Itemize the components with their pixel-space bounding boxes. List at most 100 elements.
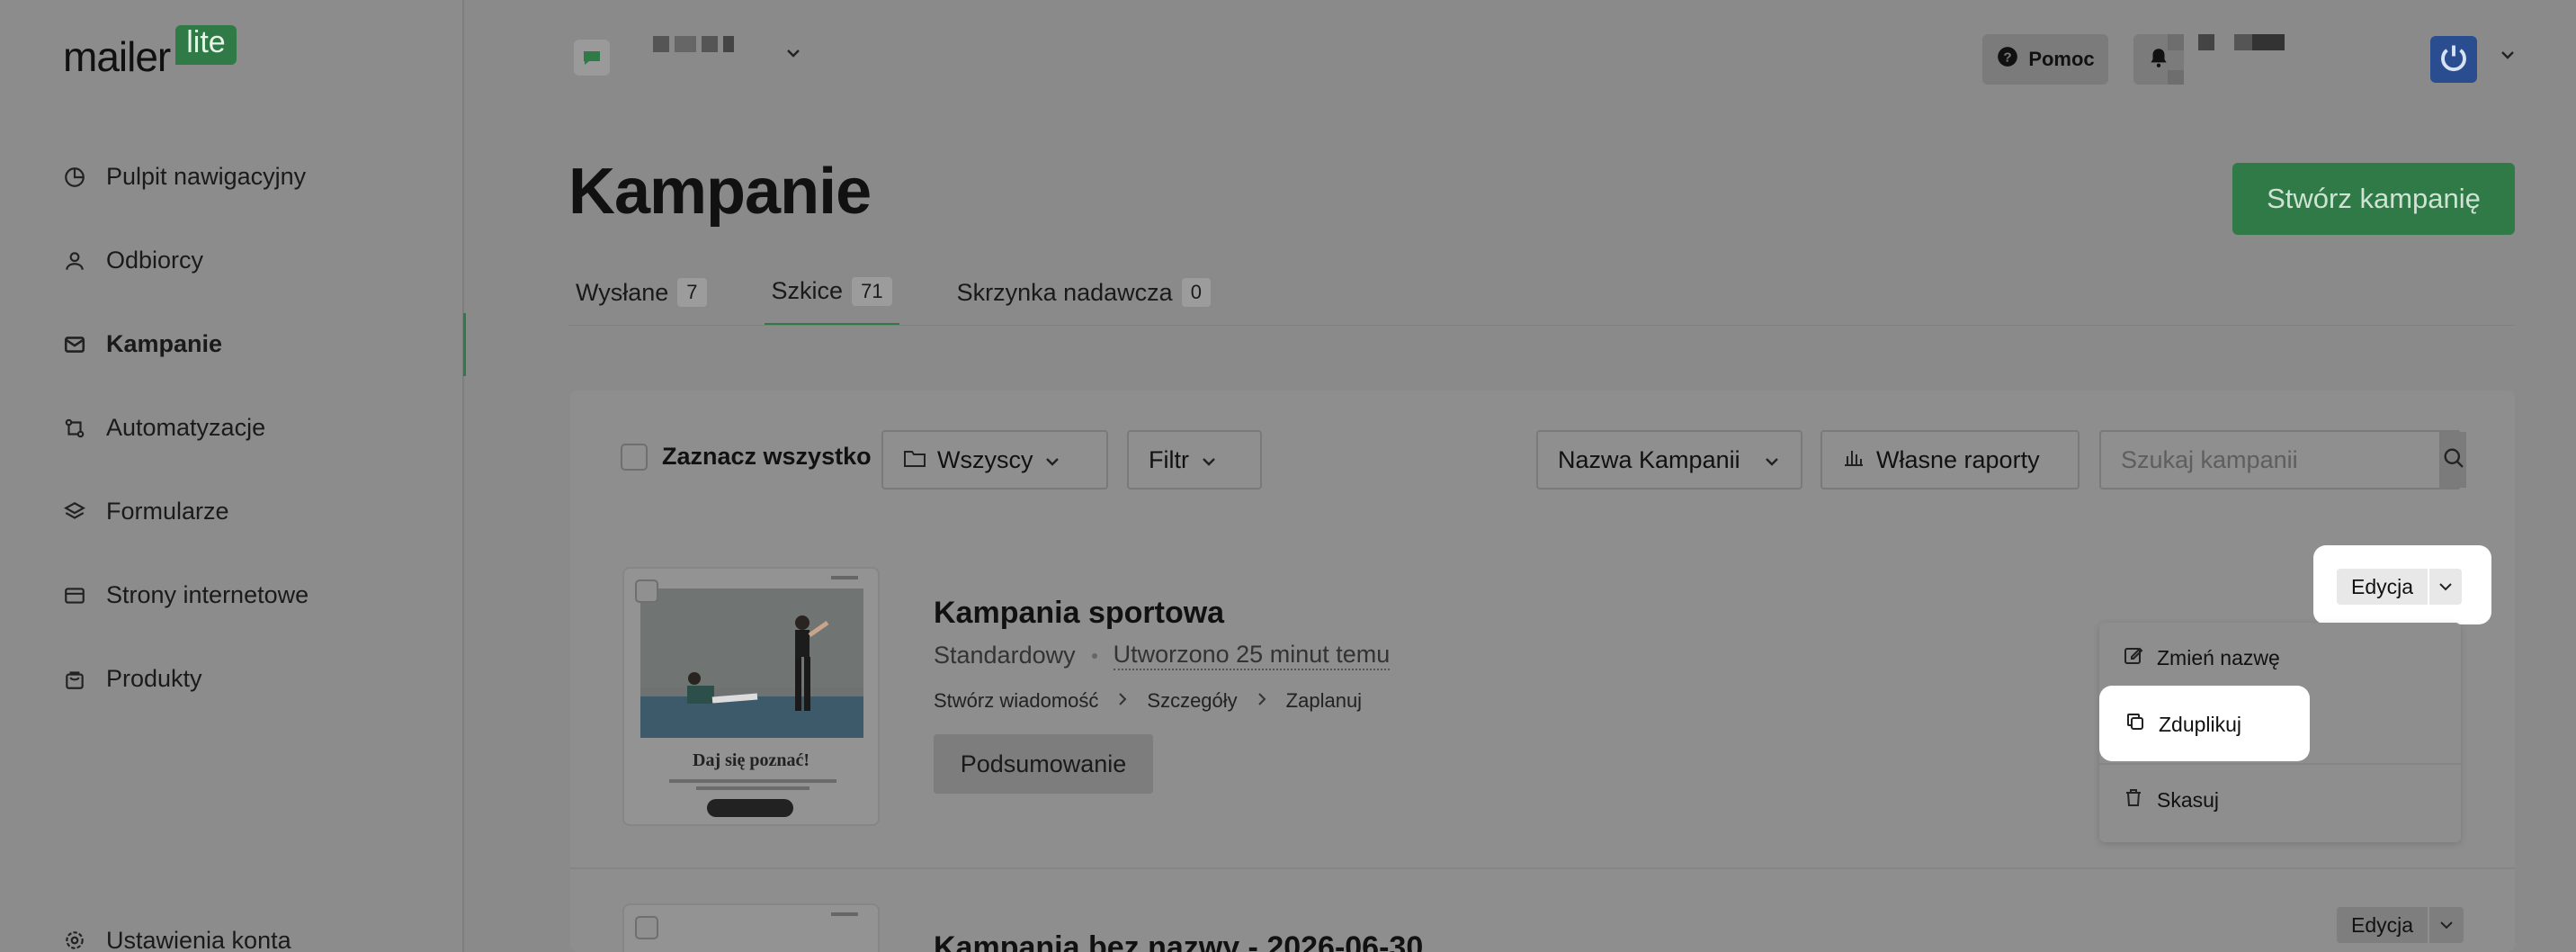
logo-badge: lite bbox=[175, 25, 237, 65]
thumbnail-text-line bbox=[669, 779, 836, 783]
tab-count-badge: 71 bbox=[852, 276, 892, 306]
campaign-name[interactable]: Kampania bez nazwy - 2026-06-30 bbox=[934, 930, 1423, 952]
sidebar-item-campaigns[interactable]: Kampanie bbox=[0, 302, 466, 386]
tab-label: Skrzynka nadawcza bbox=[956, 278, 1173, 306]
page-title: Kampanie bbox=[568, 156, 872, 228]
create-campaign-button[interactable]: Stwórz kampanię bbox=[2232, 163, 2515, 235]
edit-menu-toggle[interactable] bbox=[2428, 907, 2464, 943]
menu-item-rename[interactable]: Zmień nazwę bbox=[2123, 644, 2280, 671]
campaign-created: Utworzono 25 minut temu bbox=[1113, 641, 1391, 670]
folder-filter-dropdown[interactable]: Wszyscy bbox=[881, 430, 1108, 489]
layers-icon bbox=[63, 500, 86, 524]
sidebar-item-automations[interactable]: Automatyzacje bbox=[0, 386, 464, 470]
sidebar-item-forms[interactable]: Formularze bbox=[0, 470, 464, 553]
thumbnail-brand-mark bbox=[831, 912, 858, 916]
sidebar-item-products[interactable]: Produkty bbox=[0, 637, 464, 721]
thumbnail-heading: Daj się poznać! bbox=[693, 750, 809, 770]
step-create-message[interactable]: Stwórz wiadomość bbox=[934, 689, 1098, 713]
menu-item-duplicate[interactable]: Zduplikuj bbox=[2124, 711, 2241, 738]
bar-chart-icon bbox=[1842, 446, 1865, 474]
chevron-right-icon bbox=[1116, 689, 1129, 713]
user-icon bbox=[63, 249, 86, 273]
select-all-checkbox[interactable] bbox=[621, 443, 648, 471]
user-menu-chevron-down-icon[interactable] bbox=[2499, 49, 2517, 66]
power-icon bbox=[2437, 41, 2470, 78]
chevron-right-icon bbox=[1256, 689, 1268, 713]
campaign-tabs: Wysłane 7 Szkice 71 Skrzynka nadawcza 0 bbox=[568, 259, 1268, 326]
summary-button[interactable]: Podsumowanie bbox=[934, 734, 1153, 794]
campaign-search bbox=[2099, 430, 2466, 489]
search-button[interactable] bbox=[2439, 432, 2466, 488]
edit-button-group: Edycja bbox=[2337, 569, 2463, 605]
sidebar-item-label: Strony internetowe bbox=[106, 581, 309, 608]
custom-reports-label: Własne raporty bbox=[1876, 445, 2040, 473]
chevron-down-icon bbox=[1043, 446, 1061, 474]
sort-dropdown[interactable]: Nazwa Kampanii bbox=[1536, 430, 1802, 489]
menu-item-label: Zduplikuj bbox=[2159, 712, 2242, 736]
sidebar-item-websites[interactable]: Strony internetowe bbox=[0, 553, 464, 637]
sidebar: mailer lite Pulpit nawigacyjny Odbiorcy … bbox=[0, 0, 466, 952]
avatar[interactable] bbox=[2430, 36, 2477, 83]
meta-separator bbox=[1091, 652, 1097, 659]
sidebar-item-label: Kampanie bbox=[106, 330, 223, 357]
folder-filter-label: Wszyscy bbox=[937, 445, 1033, 473]
edit-button[interactable]: Edycja bbox=[2337, 907, 2428, 943]
edit-button[interactable]: Edycja bbox=[2337, 569, 2428, 605]
sidebar-item-dashboard[interactable]: Pulpit nawigacyjny bbox=[0, 135, 464, 219]
thumbnail-text-line bbox=[696, 786, 809, 790]
campaign-name[interactable]: Kampania sportowa bbox=[934, 596, 1224, 631]
sidebar-item-subscribers[interactable]: Odbiorcy bbox=[0, 219, 464, 302]
account-chevron-down-icon[interactable] bbox=[784, 47, 802, 64]
svg-text:?: ? bbox=[2004, 49, 2012, 65]
tab-sent[interactable]: Wysłane 7 bbox=[568, 259, 714, 326]
campaign-steps: Stwórz wiadomość Szczegóły Zaplanuj bbox=[934, 689, 1362, 713]
step-schedule[interactable]: Zaplanuj bbox=[1286, 689, 1362, 713]
sidebar-item-label: Produkty bbox=[106, 665, 202, 692]
search-input[interactable] bbox=[2101, 432, 2439, 488]
sidebar-item-label: Pulpit nawigacyjny bbox=[106, 163, 307, 190]
menu-item-label: Zmień nazwę bbox=[2157, 645, 2280, 669]
help-icon: ? bbox=[1996, 45, 2019, 74]
menu-item-delete[interactable]: Skasuj bbox=[2123, 786, 2219, 813]
edit-menu-toggle[interactable] bbox=[2428, 569, 2463, 605]
step-details[interactable]: Szczegóły bbox=[1147, 689, 1237, 713]
folder-icon bbox=[903, 446, 926, 474]
help-label: Pomoc bbox=[2028, 48, 2095, 70]
thumbnail-brand-mark bbox=[831, 576, 858, 579]
filter-label: Filtr bbox=[1149, 445, 1189, 473]
tab-count-badge: 0 bbox=[1181, 278, 1211, 307]
menu-item-label: Skasuj bbox=[2157, 787, 2220, 812]
account-switcher-icon[interactable] bbox=[574, 40, 610, 76]
mailerlite-logo[interactable]: mailer lite bbox=[63, 25, 237, 80]
tab-label: Szkice bbox=[771, 277, 844, 304]
filter-dropdown[interactable]: Filtr bbox=[1127, 430, 1262, 489]
sidebar-item-label: Odbiorcy bbox=[106, 247, 204, 274]
sidebar-item-account-settings[interactable]: Ustawienia konta bbox=[0, 900, 464, 952]
sidebar-item-label: Ustawienia konta bbox=[106, 926, 291, 952]
account-name-redacted[interactable] bbox=[653, 36, 734, 52]
mail-icon bbox=[63, 333, 86, 356]
select-all[interactable]: Zaznacz wszystko bbox=[621, 443, 872, 471]
sidebar-bottom: Ustawienia konta bbox=[0, 900, 464, 952]
gear-icon bbox=[63, 929, 86, 952]
campaign-toolbar: Zaznacz wszystko Wszyscy Filtr Nazwa Kam… bbox=[570, 391, 2515, 527]
thumbnail-photo bbox=[640, 588, 863, 738]
campaign-select-checkbox[interactable] bbox=[635, 916, 658, 939]
campaign-thumbnail[interactable]: Daj się poznać! bbox=[622, 567, 880, 826]
campaign-select-checkbox[interactable] bbox=[635, 579, 658, 603]
tab-label: Wysłane bbox=[576, 278, 669, 306]
custom-reports-button[interactable]: Własne raporty bbox=[1820, 430, 2080, 489]
campaign-thumbnail[interactable] bbox=[622, 903, 880, 952]
sidebar-nav: Pulpit nawigacyjny Odbiorcy Kampanie Aut… bbox=[0, 135, 466, 721]
help-button[interactable]: ? Pomoc bbox=[1982, 34, 2108, 85]
user-name-redacted[interactable] bbox=[2168, 32, 2303, 86]
search-icon bbox=[2441, 445, 2466, 475]
tab-drafts[interactable]: Szkice 71 bbox=[764, 259, 899, 326]
chevron-down-icon bbox=[1763, 446, 1781, 474]
campaign-meta: Standardowy Utworzono 25 minut temu bbox=[934, 641, 1391, 670]
tab-outbox[interactable]: Skrzynka nadawcza 0 bbox=[950, 259, 1218, 326]
select-all-label: Zaznacz wszystko bbox=[662, 443, 872, 470]
tab-count-badge: 7 bbox=[677, 278, 707, 307]
sidebar-item-label: Automatyzacje bbox=[106, 414, 266, 441]
logo-text: mailer bbox=[63, 33, 171, 80]
